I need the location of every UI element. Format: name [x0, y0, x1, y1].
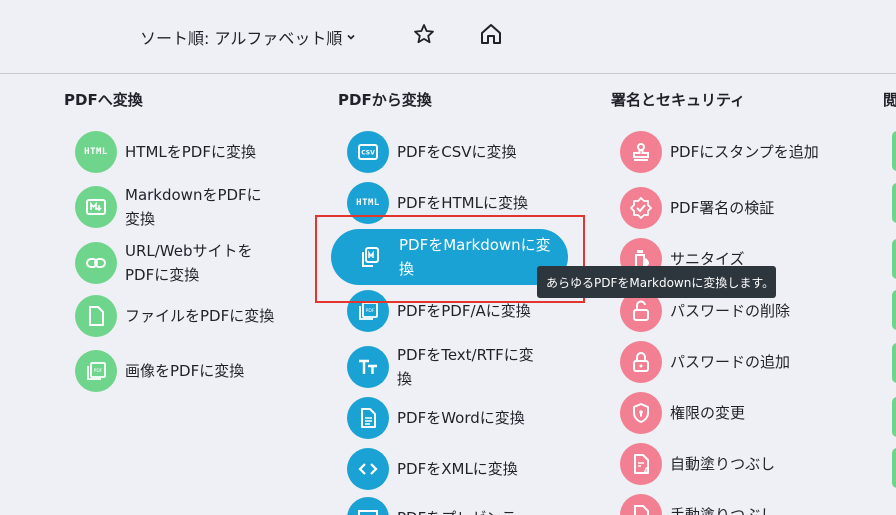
- tool-label: HTMLをPDFに変換: [125, 143, 256, 161]
- column-title-from-pdf: PDFから変換: [338, 91, 432, 109]
- stamp-icon: [620, 131, 662, 173]
- tool-url-to-pdf[interactable]: URL/WebサイトをPDFに変換: [75, 239, 275, 287]
- svg-text:PDF: PDF: [94, 368, 103, 374]
- tool-label: ファイルをPDFに変換: [125, 307, 275, 325]
- tool-icon-cutoff[interactable]: [892, 343, 896, 383]
- word-icon: [347, 397, 389, 439]
- star-icon[interactable]: [412, 22, 436, 46]
- tool-icon-cutoff[interactable]: [892, 131, 896, 171]
- tool-label: MarkdownをPDFに変換: [125, 186, 262, 228]
- lock-icon: [620, 341, 662, 383]
- tool-label: 権限の変更: [670, 404, 746, 422]
- tool-label: PDF署名の検証: [670, 199, 775, 217]
- tool-pdf-to-xml[interactable]: PDFをXMLに変換: [347, 448, 567, 490]
- tool-label: PDFをプレゼンテー: [397, 506, 567, 515]
- tool-label: PDFをCSVに変換: [397, 143, 517, 161]
- sort-dropdown[interactable]: ソート順: アルファベット順: [140, 25, 356, 49]
- tool-add-stamp[interactable]: PDFにスタンプを追加: [620, 131, 820, 173]
- home-icon[interactable]: [478, 21, 504, 47]
- markdown-icon: [75, 186, 117, 228]
- manual-redact-icon: [620, 494, 662, 515]
- tool-image-to-pdf[interactable]: PDF 画像をPDFに変換: [75, 350, 275, 392]
- tool-verify-signature[interactable]: PDF署名の検証: [620, 187, 820, 229]
- tool-label: URL/WebサイトをPDFに変換: [125, 242, 253, 284]
- link-icon: [75, 242, 117, 284]
- tool-add-password[interactable]: パスワードの追加: [620, 341, 820, 383]
- tool-file-to-pdf[interactable]: ファイルをPDFに変換: [75, 295, 275, 337]
- tool-pdf-to-word[interactable]: PDFをWordに変換: [347, 397, 567, 439]
- verify-badge-icon: [620, 187, 662, 229]
- code-icon: [347, 448, 389, 490]
- column-title-view: 閲: [883, 91, 896, 109]
- tooltip: あらゆるPDFをMarkdownに変換します。: [537, 266, 776, 298]
- auto-redact-icon: A: [620, 443, 662, 485]
- tool-icon-cutoff[interactable]: [892, 239, 896, 279]
- tool-label: PDFをWordに変換: [397, 409, 525, 427]
- tool-icon-cutoff[interactable]: [892, 183, 896, 223]
- tool-label: PDFにスタンプを追加: [670, 143, 819, 161]
- tool-pdf-to-presentation[interactable]: PDFをプレゼンテー: [347, 497, 567, 515]
- tool-icon-cutoff[interactable]: [892, 290, 896, 330]
- tool-label: 自動塗りつぶし: [670, 455, 776, 473]
- tool-label: PDFをHTMLに変換: [397, 194, 528, 212]
- column-title-to-pdf: PDFへ変換: [64, 91, 143, 109]
- tool-auto-redact[interactable]: A 自動塗りつぶし: [620, 443, 820, 485]
- svg-text:CSV: CSV: [361, 150, 375, 157]
- tool-label: パスワードの削除: [670, 302, 791, 320]
- tool-change-permissions[interactable]: 権限の変更: [620, 392, 820, 434]
- html-icon: HTML: [75, 131, 117, 173]
- tool-label: パスワードの追加: [670, 353, 791, 371]
- column-title-security: 署名とセキュリティ: [611, 91, 746, 109]
- tool-icon-cutoff[interactable]: [892, 448, 896, 488]
- sort-label: ソート順: アルファベット順: [140, 29, 343, 48]
- svg-text:PDF: PDF: [366, 308, 375, 314]
- tool-markdown-to-pdf[interactable]: MarkdownをPDFに変換: [75, 183, 275, 231]
- image-pdf-icon: PDF: [75, 350, 117, 392]
- chevron-down-icon: [347, 34, 355, 40]
- tool-icon-cutoff[interactable]: [892, 397, 896, 437]
- tool-manual-redact[interactable]: 手動塗りつぶし: [620, 494, 820, 515]
- tool-html-to-pdf[interactable]: HTML HTMLをPDFに変換: [75, 131, 275, 173]
- tool-label: PDFをXMLに変換: [397, 460, 518, 478]
- tool-pdf-to-csv[interactable]: CSV PDFをCSVに変換: [347, 131, 567, 173]
- tool-pdf-to-text[interactable]: PDFをText/RTFに変換: [347, 343, 547, 391]
- text-icon: [347, 346, 389, 388]
- file-icon: [75, 295, 117, 337]
- tool-label: PDFをText/RTFに変換: [397, 346, 534, 388]
- tool-label: 画像をPDFに変換: [125, 362, 245, 380]
- svg-text:A: A: [644, 467, 649, 474]
- shield-lock-icon: [620, 392, 662, 434]
- presentation-icon: [347, 497, 389, 515]
- csv-icon: CSV: [347, 131, 389, 173]
- top-toolbar: ソート順: アルファベット順: [0, 0, 896, 74]
- tool-label: 手動塗りつぶし: [670, 506, 776, 515]
